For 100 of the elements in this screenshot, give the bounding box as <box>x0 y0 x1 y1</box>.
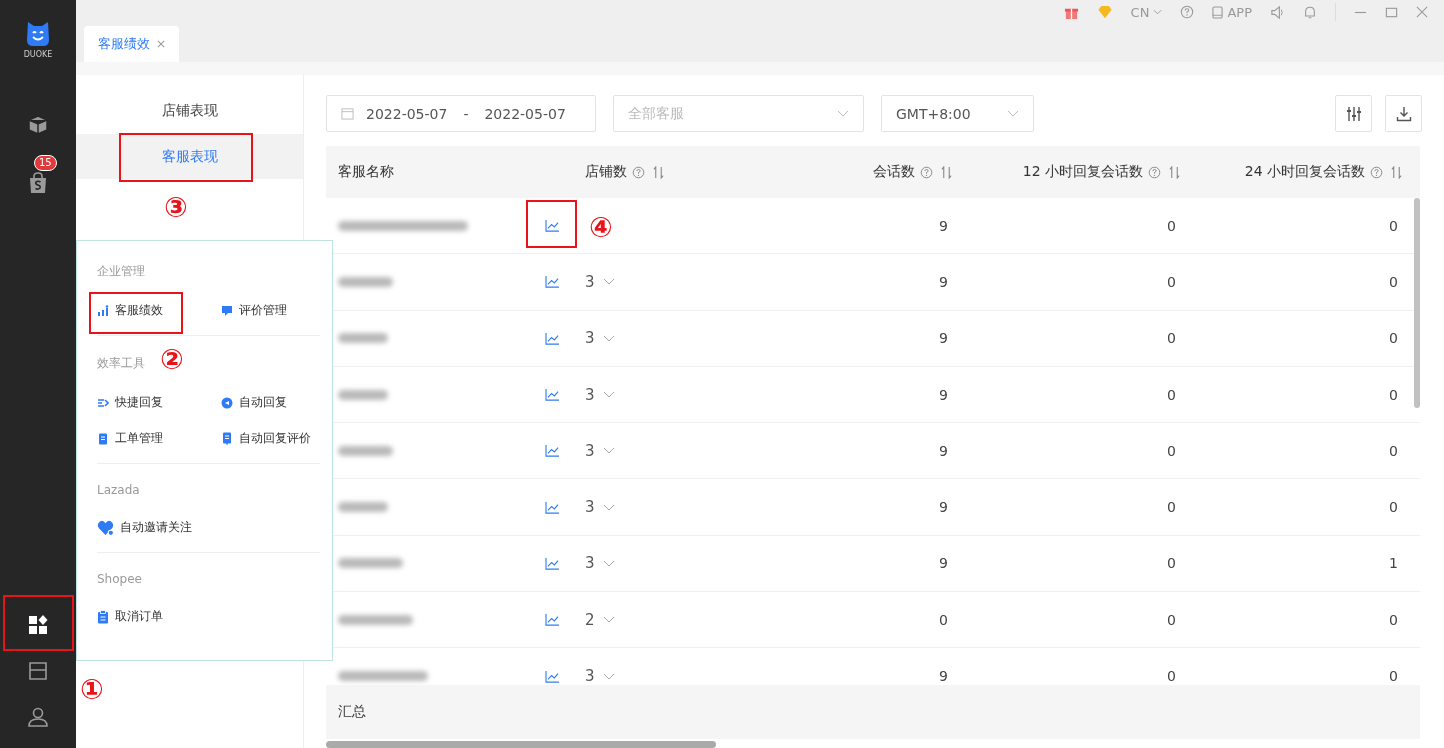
line-chart-icon[interactable] <box>545 444 560 458</box>
annotation-number: ③ <box>164 192 188 224</box>
menu-item[interactable]: 快捷回复 <box>97 394 221 411</box>
document-icon <box>97 432 109 445</box>
help-icon[interactable] <box>920 165 933 179</box>
phone-icon <box>1212 5 1224 19</box>
line-chart-icon[interactable] <box>545 275 560 289</box>
store-count-dropdown[interactable]: 3 <box>585 667 615 685</box>
bar-chart-icon <box>97 304 109 317</box>
maximize-icon[interactable] <box>1385 5 1398 19</box>
close-icon[interactable] <box>1416 6 1428 18</box>
store-count-dropdown[interactable]: 3 <box>585 498 615 517</box>
play-circle-icon <box>221 396 233 409</box>
line-chart-icon[interactable] <box>545 219 560 233</box>
blurred-name-drawing <box>338 502 388 513</box>
table-cell-text: 0 <box>1388 386 1399 403</box>
line-chart-icon[interactable] <box>545 556 560 570</box>
horizontal-scrollbar[interactable] <box>326 741 716 748</box>
store-count-dropdown[interactable]: 3 <box>585 329 615 348</box>
table-cell-text: 0 <box>1166 555 1177 572</box>
table-cell-text: 0 <box>1388 499 1399 516</box>
table-cell-text: 0 <box>1166 499 1177 516</box>
blurred-name-drawing <box>338 558 403 569</box>
menu-section-title: 企业管理 <box>97 263 145 280</box>
line-chart-icon[interactable] <box>545 331 560 345</box>
apps-icon[interactable] <box>27 614 49 636</box>
clipboard-icon <box>97 609 109 624</box>
table-cell-text: 0 <box>1388 273 1399 290</box>
menu-section-title: Shopee <box>97 572 142 586</box>
comment-icon <box>221 304 233 317</box>
menu-item[interactable]: 自动回复评价 <box>221 430 321 447</box>
chevron-down-icon <box>602 559 615 567</box>
annotation-number: ② <box>160 344 184 376</box>
line-chart-icon[interactable] <box>545 613 560 627</box>
sort-icon[interactable] <box>653 165 664 179</box>
chevron-down-icon <box>602 503 615 511</box>
store-count-dropdown[interactable]: 3 <box>585 272 615 291</box>
blurred-name-drawing <box>338 276 393 287</box>
table-cell-text: 0 <box>1166 386 1177 403</box>
download-button[interactable] <box>1385 95 1422 132</box>
notification-badge: 15 <box>34 155 57 171</box>
column-settings-button[interactable] <box>1335 95 1372 132</box>
help-icon[interactable] <box>632 165 645 179</box>
diamond-icon[interactable] <box>1096 4 1113 20</box>
table-cell-text: 0 <box>1388 330 1399 347</box>
table-cell-text: 0 <box>1388 442 1399 459</box>
bell-icon[interactable] <box>1303 4 1317 20</box>
logo-icon <box>24 20 52 48</box>
table-cell-text: 9 <box>938 273 949 290</box>
table-cell-text: 1 <box>1388 555 1399 572</box>
heart-icon <box>97 519 114 536</box>
table-cell-text: 0 <box>1388 217 1399 234</box>
close-icon[interactable] <box>157 40 165 48</box>
table-cell-text: 0 <box>1166 668 1177 684</box>
help-icon[interactable] <box>1148 165 1161 179</box>
store-count-dropdown[interactable]: 2 <box>585 610 615 629</box>
line-chart-icon[interactable] <box>545 500 560 514</box>
user-icon[interactable] <box>27 706 49 728</box>
line-chart-icon[interactable] <box>545 388 560 402</box>
subnav-item[interactable]: 客服表现 <box>76 134 303 179</box>
chevron-down-icon <box>837 110 849 117</box>
sort-icon[interactable] <box>1169 165 1180 179</box>
vertical-scrollbar[interactable] <box>1414 198 1420 408</box>
sort-icon[interactable] <box>1391 165 1402 179</box>
blurred-name-drawing <box>338 389 388 400</box>
store-count-dropdown[interactable]: 3 <box>585 385 615 404</box>
table-cell-text: 0 <box>1166 273 1177 290</box>
sort-icon[interactable] <box>941 165 952 179</box>
help-icon[interactable] <box>1180 5 1195 19</box>
table-cell-text: 9 <box>938 499 949 516</box>
annotation-frame <box>526 200 577 248</box>
annotation-number: ④ <box>589 212 613 244</box>
download-icon <box>1395 105 1412 122</box>
blurred-name-drawing <box>338 445 393 456</box>
menu-item[interactable]: 客服绩效 <box>97 302 221 319</box>
subnav-item[interactable]: 店铺表现 <box>76 88 303 133</box>
chevron-down-icon <box>602 391 615 399</box>
menu-item[interactable]: 工单管理 <box>97 430 221 447</box>
table-cell-text: 9 <box>938 668 949 684</box>
menu-item[interactable]: 评价管理 <box>221 302 321 319</box>
table-cell-text: 0 <box>1388 611 1399 628</box>
tab[interactable]: 客服绩效 <box>84 26 179 62</box>
store-count-dropdown[interactable]: 3 <box>585 441 615 460</box>
speaker-icon[interactable] <box>1270 4 1285 20</box>
store-icon[interactable] <box>27 660 49 682</box>
store-count-dropdown[interactable]: 3 <box>585 554 615 573</box>
date-range-field[interactable]: 2022-05-07 - 2022-05-07 <box>326 95 596 132</box>
menu-item[interactable]: 自动邀请关注 <box>97 519 221 536</box>
table-cell-text: 0 <box>1166 330 1177 347</box>
help-icon[interactable] <box>1370 165 1383 179</box>
table-cell-text: 9 <box>938 442 949 459</box>
logo-text: DUOKE <box>23 50 53 59</box>
chevron-down-icon <box>602 616 615 624</box>
table-cell-text: 0 <box>1166 442 1177 459</box>
line-chart-icon[interactable] <box>545 669 560 683</box>
menu-section-title: 效率工具 <box>97 355 145 372</box>
timezone-select[interactable]: GMT+8:00 <box>881 95 1034 132</box>
menu-item[interactable]: 自动回复 <box>221 394 321 411</box>
menu-item[interactable]: 取消订单 <box>97 608 221 625</box>
table-cell-text: 9 <box>938 330 949 347</box>
